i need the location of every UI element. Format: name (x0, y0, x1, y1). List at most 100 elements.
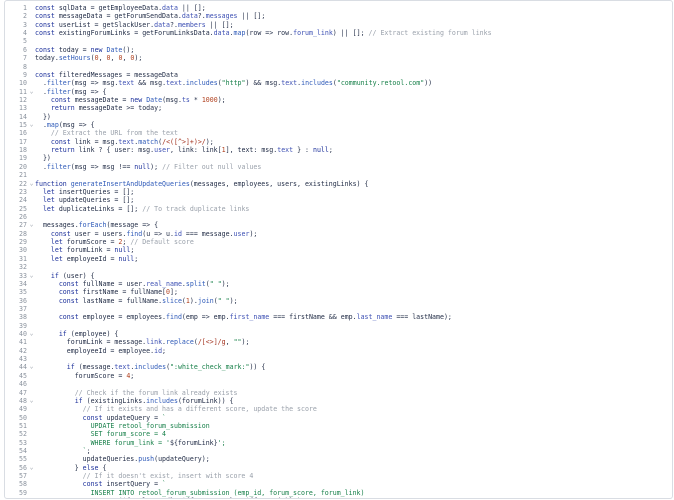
code-line[interactable]: 7 today.setHours(0, 0, 0, 0); (5, 54, 672, 62)
code-token: // Filter out null values (162, 162, 262, 171)
code-token: === firstName && emp. (269, 313, 357, 322)
code-line[interactable]: 27 ⌄ messages.forEach(message => { (5, 221, 672, 229)
line-number: 51 (19, 421, 27, 430)
fold-chevron-icon[interactable]: ⌄ (28, 397, 35, 405)
code-token: ); (205, 137, 214, 146)
code-token: (msg => msg !== (70, 162, 135, 171)
code-line[interactable]: 38 const employee = employees.find(emp =… (5, 313, 672, 321)
code-token: ; (86, 447, 91, 456)
code-line[interactable]: 35 const firstName = fullName[0]; (5, 288, 672, 296)
code-line[interactable]: 37 (5, 305, 672, 313)
code-line[interactable]: 36 const lastName = fullName.slice(1).jo… (5, 297, 672, 305)
code-line[interactable]: 33 ⌄ if (user) { (5, 272, 672, 280)
code-token: messageData = getForumSendData. (58, 12, 182, 21)
code-line[interactable]: 15 ⌄ .map(msg => { (5, 121, 672, 129)
code-line[interactable]: 2 const messageData = getForumSendData.da… (5, 12, 672, 20)
code-token: ${forumScore} (182, 497, 234, 498)
code-line[interactable]: 20 .filter(msg => msg !== null); // Filt… (5, 163, 672, 171)
code-line[interactable]: 44 ⌄ if (message.text.includes(":white_ch… (5, 363, 672, 371)
code-line[interactable]: 22 ⌄ function generateInsertAndUpdateQueri… (5, 180, 672, 188)
code-line[interactable]: 23 let insertQueries = []; (5, 188, 672, 196)
code-lines[interactable]: 1 const sqlData = getEmployeeData.data ||… (5, 4, 672, 498)
line-number: 6 (23, 45, 27, 54)
code-token: ). (189, 296, 198, 305)
code-line[interactable]: 6 const today = new Date(); (5, 46, 672, 54)
code-line[interactable]: 54 `; (5, 447, 672, 455)
code-line[interactable]: 4 const existingForumLinks = getForumLink… (5, 29, 672, 37)
code-line[interactable]: 43 (5, 355, 672, 363)
code-line[interactable]: 58 const insertQuery = ` (5, 480, 672, 488)
code-line[interactable]: 24 let updateQueries = []; (5, 196, 672, 204)
code-line[interactable]: 52 SET forum_score = 4 (5, 430, 672, 438)
code-token: const (35, 45, 59, 54)
code-token: ` (162, 480, 167, 489)
code-token: Date (146, 95, 163, 104)
code-line[interactable]: 10 .filter(msg => msg.text && msg.text.i… (5, 79, 672, 87)
code-line[interactable]: 26 (5, 213, 672, 221)
code-line[interactable]: 50 const updateQuery = ` (5, 414, 672, 422)
code-line[interactable]: 8 (5, 63, 672, 71)
code-line[interactable]: 59 INSERT INTO retool_forum_submission (… (5, 489, 672, 497)
fold-chevron-icon[interactable]: ⌄ (28, 330, 35, 338)
code-line[interactable]: 19 }) (5, 154, 672, 162)
code-line[interactable]: 1 const sqlData = getEmployeeData.data ||… (5, 4, 672, 12)
code-editor[interactable]: 1 const sqlData = getEmployeeData.data ||… (4, 0, 673, 499)
fold-chevron-icon[interactable]: ⌄ (28, 180, 35, 188)
code-line[interactable]: 29 let forumScore = 2; // Default score (5, 238, 672, 246)
code-line[interactable]: 56 ⌄ } else { (5, 464, 672, 472)
vertical-scrollbar[interactable] (667, 3, 671, 497)
code-line[interactable]: 34 const fullName = user.real_name.split… (5, 280, 672, 288)
code-line[interactable]: 40 ⌄ if (employee) { (5, 330, 672, 338)
line-number: 9 (23, 70, 27, 79)
line-content: if (user) { (35, 272, 95, 280)
code-line[interactable]: 13 return messageDate >= today; (5, 104, 672, 112)
code-line[interactable]: 45 forumScore = 4; (5, 372, 672, 380)
code-line[interactable]: 3 const userList = getSlackUser.data?.mem… (5, 21, 672, 29)
fold-chevron-icon[interactable]: ⌄ (28, 363, 35, 371)
code-line[interactable]: 11 ⌄ .filter(msg => { (5, 88, 672, 96)
fold-chevron-icon[interactable]: ⌄ (28, 121, 35, 129)
code-line[interactable]: 46 (5, 380, 672, 388)
code-line[interactable]: 57 // If it doesn't exist, insert with s… (5, 472, 672, 480)
line-number: 24 (19, 196, 27, 205)
code-line[interactable]: 16 // Extract the URL from the text (5, 129, 672, 137)
fold-chevron-icon[interactable]: ⌄ (28, 221, 35, 229)
line-number: 11 (19, 87, 27, 96)
code-line[interactable]: 14 }) (5, 113, 672, 121)
fold-chevron-icon[interactable]: ⌄ (28, 272, 35, 280)
line-content: const today = new Date(); (35, 46, 134, 54)
code-line[interactable]: 28 const user = users.find(u => u.id ===… (5, 230, 672, 238)
code-line[interactable]: 18 return link ? { user: msg.user, link:… (5, 146, 672, 154)
fold-chevron-icon[interactable]: ⌄ (28, 88, 35, 96)
code-token: includes (134, 363, 167, 372)
fold-chevron-icon[interactable]: ⌄ (28, 464, 35, 472)
code-token: user (154, 146, 171, 155)
line-number: 35 (19, 288, 27, 297)
code-line[interactable]: 53 WHERE forum_link = '${forumLink}'; (5, 439, 672, 447)
code-token: "" (233, 338, 242, 347)
code-line[interactable]: 21 (5, 171, 672, 179)
code-line[interactable]: 31 let employeeId = null; (5, 255, 672, 263)
code-line[interactable]: 9 const filteredMessages = messageData (5, 71, 672, 79)
code-token: user (233, 229, 250, 238)
code-line[interactable]: 55 updateQueries.push(updateQuery); (5, 455, 672, 463)
code-token: (messages, employees, users, existingLin… (189, 179, 369, 188)
line-number: 12 (19, 95, 27, 104)
code-line[interactable]: 48 ⌄ if (existingLinks.includes(forumLink… (5, 397, 672, 405)
code-line[interactable]: 25 let duplicateLinks = []; // To track … (5, 205, 672, 213)
code-line[interactable]: 5 (5, 37, 672, 45)
code-line[interactable]: 17 const link = msg.text.match(/<([^>]+)… (5, 138, 672, 146)
code-token: replace (166, 338, 194, 347)
code-line[interactable]: 47 // Check if the forum link already ex… (5, 389, 672, 397)
code-line[interactable]: 32 (5, 263, 672, 271)
code-line[interactable]: 39 (5, 322, 672, 330)
code-line[interactable]: 60 VALUES (${employeeId}, ${forumScore},… (5, 497, 672, 498)
code-line[interactable]: 49 // If it exists and has a different s… (5, 405, 672, 413)
code-line[interactable]: 12 const messageDate = new Date(msg.ts *… (5, 96, 672, 104)
code-line[interactable]: 41 forumLink = message.link.replace(/[<>… (5, 338, 672, 346)
code-line[interactable]: 30 let forumLink = null; (5, 246, 672, 254)
code-line[interactable]: 51 UPDATE retool_forum_submission (5, 422, 672, 430)
code-token: (msg => msg. (70, 79, 119, 88)
code-line[interactable]: 42 employeeId = employee.id; (5, 347, 672, 355)
